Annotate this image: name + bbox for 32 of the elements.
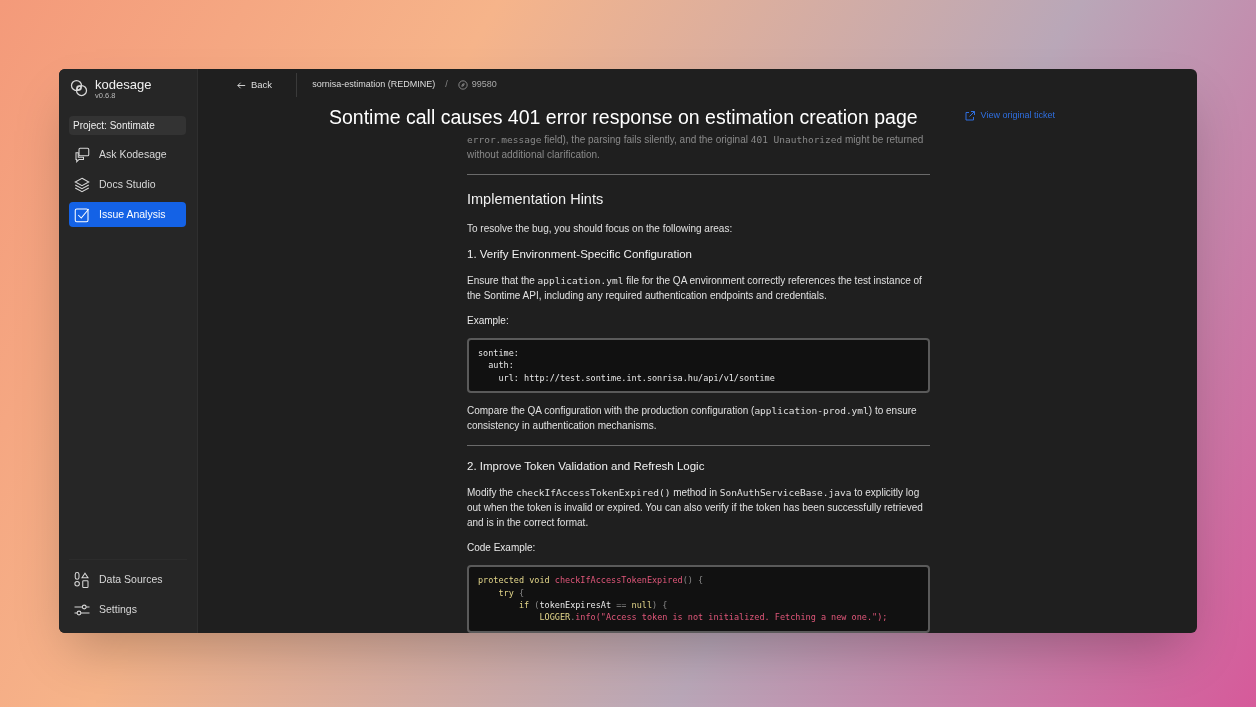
compass-icon	[457, 80, 468, 91]
paragraph: Modify the checkIfAccessTokenExpired() method in SonAuthServiceBase.java to explicitly log out when the token is invalid or expired. You can also verify if the token has been successfully retrieved and is in the correct format.	[467, 486, 924, 531]
subsection-heading: 2. Improve Token Validation and Refresh Logic	[467, 459, 706, 475]
paragraph: To resolve the bug, you should focus on the following areas:	[467, 221, 734, 236]
data-sources-icon	[73, 571, 91, 589]
paragraph: Ensure that the application.yml file for the QA environment correctly references the test instance of the Sontime API, including any required authentication endpoints and credentials.	[467, 274, 923, 304]
section-heading: Implementation Hints	[467, 190, 605, 210]
sidebar-item[interactable]: Ask Kodesage	[69, 142, 186, 167]
layers-icon	[73, 175, 91, 194]
logo-icon	[69, 78, 89, 99]
breadcrumb-separator: /	[445, 78, 448, 92]
page-title: Sontime call causes 401 error response on estimation creation page	[329, 104, 918, 130]
sidebar-item[interactable]: Docs Studio	[69, 172, 186, 197]
sidebar-item[interactable]: Settings	[69, 597, 186, 623]
code-block: protected void checkIfAccessTokenExpired() { try { if (tokenExpiresAt == null) { LOGGER.info("Access token is not initialized. Fetching a new one.");	[467, 565, 930, 633]
sidebar-item[interactable]: Data Sources	[69, 567, 186, 593]
paragraph: error.message field), the parsing fails silently, and the original 401 Unauthorized might be returned without additional clarification.	[467, 133, 925, 163]
subsection-heading: 1. Verify Environment-Specific Configuration	[467, 246, 693, 262]
paragraph: Compare the QA configuration with the production configuration (application-prod.yml) to ensure consistency in authentication mechanisms.	[467, 404, 918, 434]
project-selector[interactable]: Project: Sontimate	[69, 116, 186, 135]
ticket-number: 99580	[471, 78, 497, 92]
source-label: sornisa-estimation (REDMINE)	[312, 78, 436, 92]
example-label: Example:	[467, 314, 510, 329]
brand-name: kodesage	[95, 77, 152, 91]
external-link-icon	[963, 109, 976, 122]
example-label: Code Example:	[467, 541, 537, 556]
sidebar-item[interactable]: Issue Analysis	[69, 202, 186, 227]
back-button[interactable]: Back	[236, 73, 298, 98]
view-original-link[interactable]: View original ticket	[963, 108, 1055, 123]
chat-bubbles-icon	[73, 145, 91, 164]
checkbox-icon	[73, 205, 91, 224]
code-block: sontime: auth: url: http://test.sontime.int.sonrisa.hu/api/v1/sontime	[467, 338, 930, 394]
